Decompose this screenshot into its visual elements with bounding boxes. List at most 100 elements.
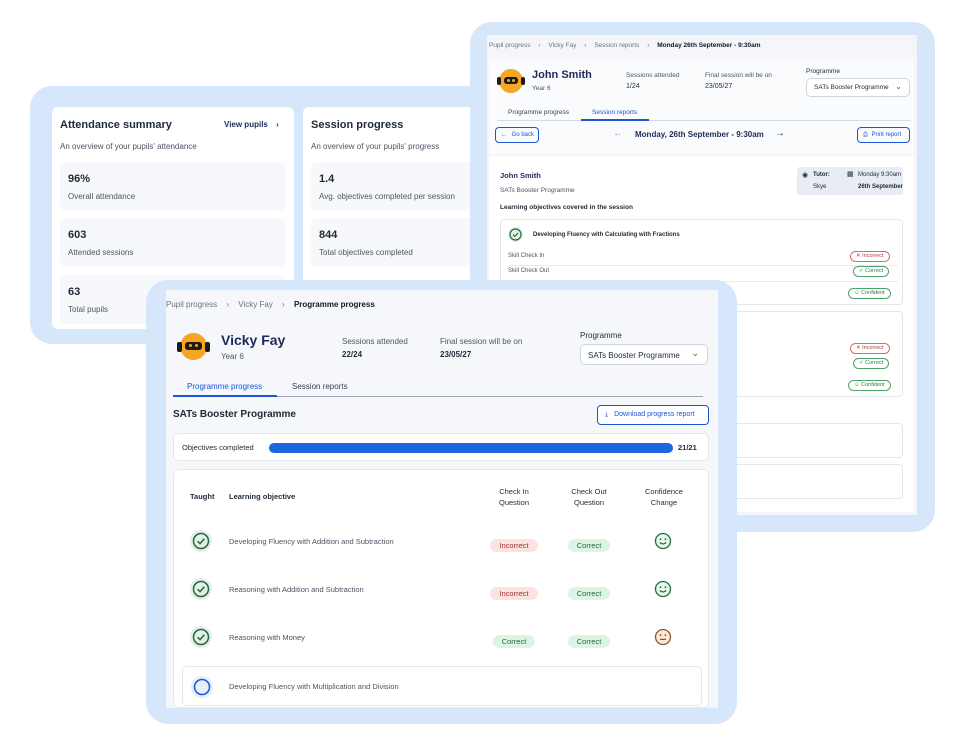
header-taught: Taught [190,492,215,501]
programme-select[interactable]: SATs Booster Programme ⌄ [580,344,708,365]
objective-name: Developing Fluency with Addition and Sub… [229,537,394,546]
sessions-attended-value: 22/24 [342,350,363,359]
objective-title: Developing Fluency with Calculating with… [533,232,680,238]
header-check-in: Check In Question [498,487,530,507]
objectives-heading: Learning objectives covered in the sessi… [500,204,633,211]
objective-name: Reasoning with Money [229,633,305,642]
sessions-attended-label: Sessions attended [342,337,408,346]
report-programme: SATs Booster Programme [500,187,575,194]
tutor-label: Tutor: [813,172,830,178]
stat-value: 63 [68,286,81,298]
final-session-value: 23/05/27 [705,83,733,90]
stat-value: 603 [68,229,87,241]
calendar-icon: ▦ [847,171,854,178]
stat-label: Overall attendance [68,192,136,201]
pupil-year: Year 6 [532,85,551,92]
breadcrumb-item[interactable]: Session reports [594,42,639,49]
breadcrumb: Pupil progress › Vicky Fay › Programme p… [166,300,375,309]
table-row[interactable]: Reasoning with Money Correct Correct [174,616,708,662]
breadcrumb: Pupil progress › Vicky Fay › Session rep… [489,42,761,49]
session-title: Monday, 26th September - 9:30am [635,130,764,139]
tab-session-reports[interactable]: Session reports [292,382,348,391]
skill-check-in-label: Skill Check In [508,253,545,259]
chevron-right-icon: › [584,42,587,49]
view-pupils-label: View pupils [224,120,268,129]
table-row[interactable]: Developing Fluency with Addition and Sub… [174,520,708,566]
objectives-progress-card: Objectives completed 21/21 [173,433,709,461]
check-out-badge: Correct [567,635,611,648]
stat-label: Attended sessions [68,248,134,257]
check-in-result-badge: ✕ Incorrect [850,251,890,262]
table-row[interactable]: Reasoning with Addition and Subtraction … [174,568,708,614]
check-circle-icon [190,626,212,648]
check-circle-icon [508,227,523,242]
avatar [177,333,210,360]
pupil-name: John Smith [532,69,592,81]
chevron-down-icon: ⌄ [895,82,902,91]
view-pupils-link[interactable]: View pupils › [224,120,279,129]
stat-label: Total objectives completed [319,248,413,257]
check-out-badge: Correct [567,539,611,552]
attendance-title: Attendance summary [60,119,172,131]
tab-programme-progress[interactable]: Programme progress [187,382,262,391]
objectives-progress-track [269,443,673,453]
chevron-right-icon: › [647,42,650,49]
go-back-button[interactable]: ← Go back [495,127,539,143]
stat-label: Avg. objectives completed per session [319,192,455,201]
printer-icon: ⎙ [863,132,868,138]
chevron-right-icon: › [276,120,279,129]
programme-label: Programme [806,68,840,75]
programme-label: Programme [580,331,622,340]
stat-value: 844 [319,229,338,241]
happy-face-icon [654,532,672,555]
tutor-badge: ◉ Tutor: Skye ▦ Monday 9:30am 26th Septe… [797,167,903,195]
check-in-badge: Incorrect [490,587,538,600]
breadcrumb-item[interactable]: Vicky Fay [548,42,576,49]
breadcrumb-current: Programme progress [293,300,375,309]
tab-active-indicator [581,119,649,121]
print-report-label: Print report [871,132,902,138]
skill-check-out-label: Skill Check Out [508,268,550,274]
table-row[interactable]: Developing Fluency with Multiplication a… [182,666,702,706]
stat-label: Total pupils [68,305,109,314]
next-session-arrow-icon[interactable]: → [775,128,785,139]
chevron-right-icon: › [282,300,285,309]
breadcrumb-item[interactable]: Pupil progress [489,42,531,49]
check-in-badge: Correct [492,635,536,648]
objectives-completed-label: Objectives completed [182,443,254,452]
chevron-right-icon: › [226,300,230,309]
happy-face-icon [654,580,672,603]
stat-overall-attendance: 96% Overall attendance [60,162,286,211]
header-check-out: Check Out Question [571,487,607,507]
final-session-value: 23/05/27 [440,350,472,359]
check-in-badge: Incorrect [490,539,538,552]
prev-session-arrow-icon[interactable]: ← [613,128,623,139]
tab-programme-progress[interactable]: Programme progress [508,109,569,116]
download-progress-report-button[interactable]: ⤓ Download progress report [597,405,709,425]
pupil-year: Year 6 [221,352,244,361]
pupil-header: John Smith Year 6 Sessions attended 1/24… [489,59,914,154]
empty-circle-icon [191,676,213,698]
breadcrumb-item[interactable]: Vicky Fay [238,300,273,309]
print-report-button[interactable]: ⎙ Print report [857,127,910,143]
check-out-badge: Correct [567,587,611,600]
session-progress-subtitle: An overview of your pupils' progress [311,142,440,151]
programme-select-value: SATs Booster Programme [588,351,680,360]
neutral-face-icon [654,628,672,651]
final-session-label: Final session will be on [440,337,523,346]
objectives-completed-value: 21/21 [678,443,697,452]
tab-active-indicator [173,395,277,397]
breadcrumb-item[interactable]: Pupil progress [166,300,217,309]
objectives-table: Taught Learning objective Check In Quest… [173,469,709,708]
stat-value: 1.4 [319,173,335,185]
check-out-result-badge: ✓ Correct [853,266,890,277]
pupil-name: Vicky Fay [221,332,286,348]
programme-select[interactable]: SATs Booster Programme ⌄ [806,78,910,97]
check-in-result-badge: ✕ Incorrect [850,343,890,354]
programme-progress-window: Pupil progress › Vicky Fay › Programme p… [166,290,718,708]
check-circle-icon [190,578,212,600]
attendance-subtitle: An overview of your pupils' attendance [60,142,197,151]
user-icon: ◉ [802,172,809,179]
tab-session-reports[interactable]: Session reports [592,109,637,116]
header-learning-objective: Learning objective [229,492,296,501]
